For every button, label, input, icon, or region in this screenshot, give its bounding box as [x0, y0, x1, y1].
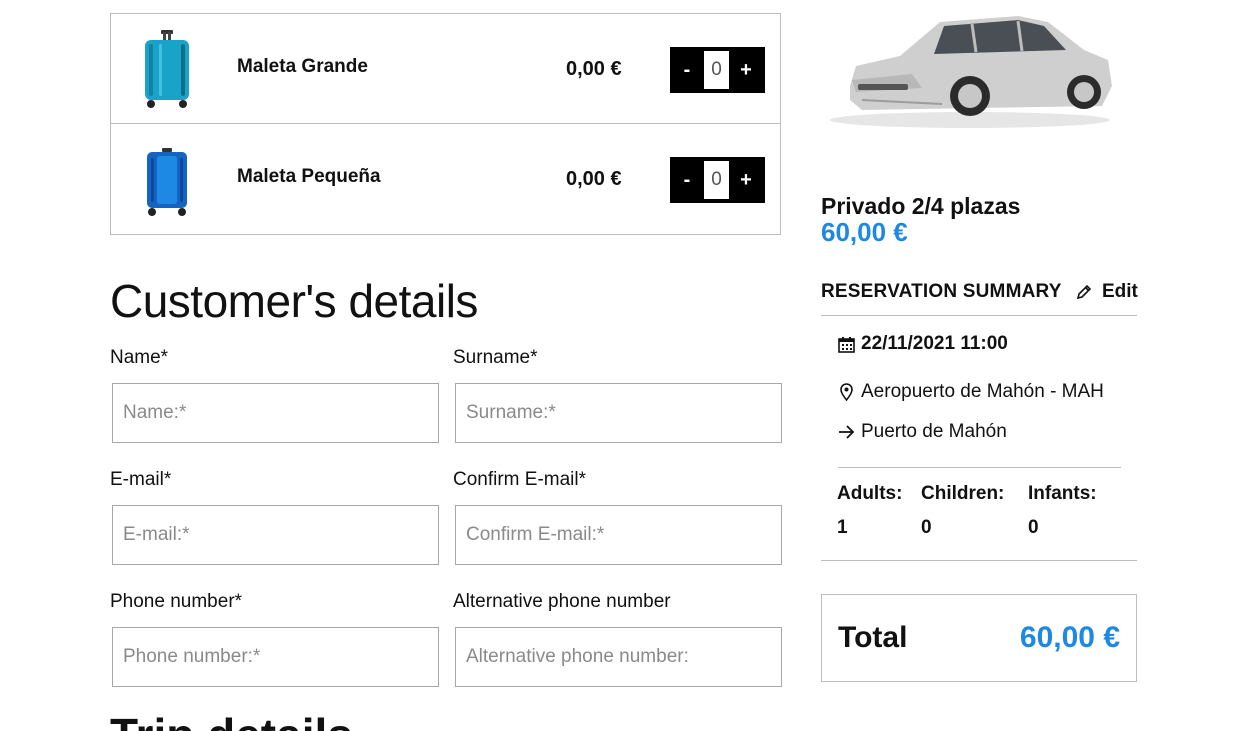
adults-label: Adults: — [837, 483, 903, 504]
luggage-price: 0,00 € — [566, 58, 622, 80]
infants-value: 0 — [1028, 517, 1039, 538]
large-suitcase-icon — [145, 30, 189, 108]
divider — [838, 467, 1121, 468]
confirm-email-label: Confirm E-mail* — [453, 469, 587, 490]
alt-phone-label: Alternative phone number — [453, 591, 671, 612]
summary-destination: Puerto de Mahón — [838, 421, 1007, 443]
increment-button[interactable]: + — [729, 47, 763, 93]
phone-field[interactable] — [112, 627, 439, 687]
luggage-name: Maleta Grande — [237, 56, 368, 77]
luggage-row-small: Maleta Pequeña 0,00 € - 0 + — [111, 124, 780, 234]
luggage-list: Maleta Grande 0,00 € - 0 + Maleta Pequeñ… — [110, 13, 781, 235]
quantity-value[interactable]: 0 — [704, 161, 729, 199]
reservation-summary-title: RESERVATION SUMMARY — [821, 281, 1062, 302]
total-value: 60,00 € — [1019, 621, 1120, 654]
arrow-right-icon — [839, 425, 855, 439]
email-label: E-mail* — [110, 469, 172, 490]
decrement-button[interactable]: - — [670, 157, 704, 203]
quantity-stepper: - 0 + — [670, 47, 765, 93]
luggage-row-large: Maleta Grande 0,00 € - 0 + — [111, 14, 780, 124]
infants-label: Infants: — [1028, 483, 1097, 504]
summary-origin: Aeropuerto de Mahón - MAH — [838, 381, 1104, 403]
increment-button[interactable]: + — [729, 157, 763, 203]
quantity-value[interactable]: 0 — [704, 51, 729, 89]
total-label: Total — [838, 621, 908, 654]
edit-button[interactable]: Edit — [1076, 281, 1138, 303]
total-box: Total 60,00 € — [821, 594, 1137, 682]
origin-value: Aeropuerto de Mahón - MAH — [861, 381, 1104, 402]
vehicle-price: 60,00 € — [821, 217, 908, 247]
pencil-icon — [1076, 284, 1092, 300]
location-pin-icon — [840, 383, 853, 401]
luggage-price: 0,00 € — [566, 168, 622, 190]
customer-details-title: Customer's details — [110, 275, 478, 327]
quantity-stepper: - 0 + — [670, 157, 765, 203]
adults-value: 1 — [837, 517, 848, 538]
divider — [821, 560, 1137, 561]
small-suitcase-icon — [147, 148, 187, 216]
alt-phone-field[interactable] — [455, 627, 782, 687]
surname-field[interactable] — [455, 383, 782, 443]
surname-label: Surname* — [453, 347, 538, 368]
vehicle-name: Privado 2/4 plazas — [821, 193, 1021, 219]
car-image — [830, 16, 1112, 128]
trip-details-title: Trip details — [110, 708, 353, 731]
decrement-button[interactable]: - — [670, 47, 704, 93]
calendar-icon — [838, 336, 855, 353]
name-field[interactable] — [112, 383, 439, 443]
confirm-email-field[interactable] — [455, 505, 782, 565]
children-label: Children: — [921, 483, 1005, 504]
luggage-name: Maleta Pequeña — [237, 166, 381, 187]
destination-value: Puerto de Mahón — [861, 421, 1007, 442]
edit-label: Edit — [1102, 281, 1138, 302]
datetime-value: 22/11/2021 11:00 — [861, 333, 1008, 354]
divider — [821, 315, 1137, 316]
name-label: Name* — [110, 347, 169, 368]
children-value: 0 — [921, 517, 932, 538]
summary-datetime: 22/11/2021 11:00 — [838, 333, 1008, 355]
email-field[interactable] — [112, 505, 439, 565]
phone-label: Phone number* — [110, 591, 243, 612]
